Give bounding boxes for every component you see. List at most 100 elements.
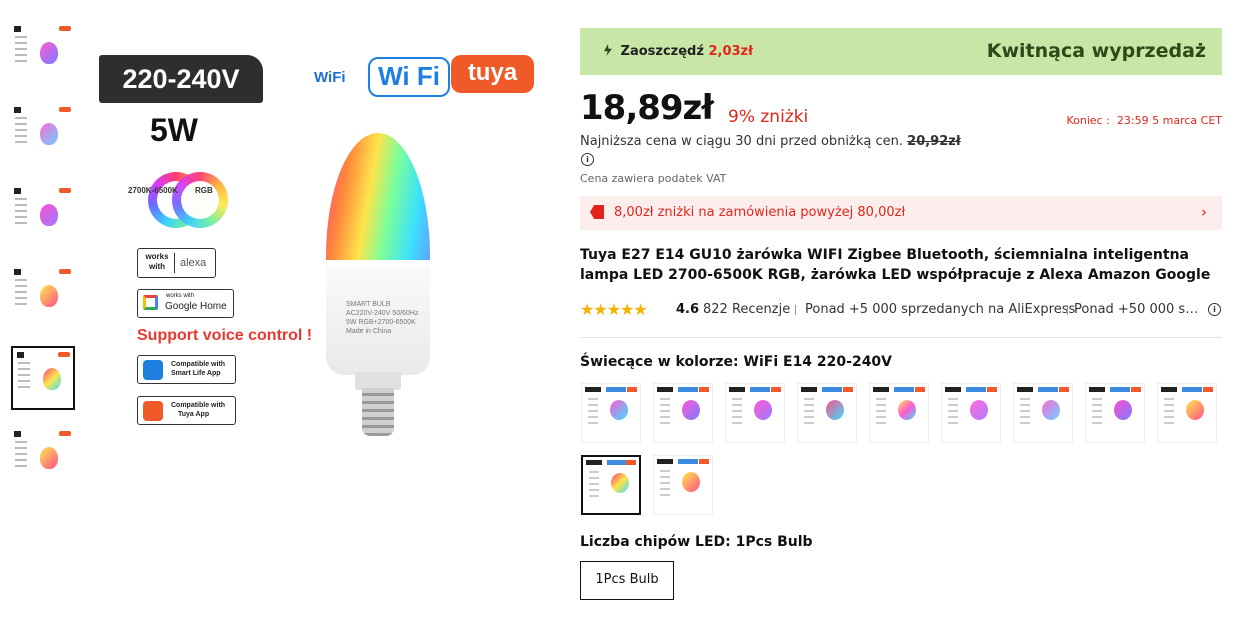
swatch-bulb — [898, 400, 916, 420]
swatch-tuya-logo — [771, 387, 781, 392]
swatch-voltage-tag — [945, 387, 961, 392]
thumb-brand-logo — [59, 188, 71, 193]
swatch-voltage-tag — [801, 387, 817, 392]
divider — [795, 305, 796, 315]
reviews-link[interactable]: 822 Recenzje — [703, 302, 790, 317]
swatch-brand-logo — [822, 387, 842, 392]
color-swatch[interactable] — [1085, 383, 1145, 443]
thumb-voltage-tag — [14, 269, 22, 275]
color-swatch[interactable] — [725, 383, 785, 443]
thumb-feature-lines — [15, 198, 27, 228]
vat-note: Cena zawiera podatek VAT — [580, 172, 727, 185]
divider — [580, 337, 1222, 338]
product-thumbnail[interactable] — [11, 346, 75, 410]
swatch-feature-lines — [1092, 398, 1102, 428]
thumb-brand-logo — [59, 269, 71, 274]
color-swatch[interactable] — [581, 455, 641, 515]
thumb-brand-logo — [58, 352, 70, 357]
rgb-ring — [172, 172, 228, 228]
lowest-price-note: Najniższa cena w ciągu 30 dni przed obni… — [580, 134, 961, 149]
bulb-print: SMART BULB AC220V-240V 50/60Hz 5W RGB+27… — [346, 301, 419, 335]
divider — [1067, 305, 1068, 315]
color-swatch[interactable] — [797, 383, 857, 443]
color-swatch[interactable] — [941, 383, 1001, 443]
color-swatch[interactable] — [1157, 383, 1217, 443]
product-thumbnail[interactable] — [10, 184, 74, 248]
swatch-feature-lines — [876, 398, 886, 428]
swatch-brand-logo — [607, 460, 627, 465]
swatch-feature-lines — [1164, 398, 1174, 428]
swatch-feature-lines — [589, 471, 599, 501]
tag-icon — [590, 205, 604, 219]
savings-text: Zaoszczędź 2,03zł — [604, 44, 753, 59]
thumb-feature-lines — [18, 362, 30, 392]
swatch-voltage-tag — [585, 387, 601, 392]
swatch-bulb — [1114, 400, 1132, 420]
rating-value: 4.6 — [676, 302, 700, 317]
discount-percent: 9% zniżki — [728, 107, 809, 127]
promo-banner: Zaoszczędź 2,03zł Kwitnąca wyprzedaż — [580, 28, 1222, 75]
product-thumbnail[interactable] — [10, 22, 74, 86]
thumb-bulb — [40, 204, 58, 226]
wifi-big-logo: Wi Fi — [368, 57, 450, 97]
swatch-brand-logo — [966, 387, 986, 392]
kelvin-label: 2700K-6500K — [128, 186, 178, 195]
alexa-badge: works with alexa — [137, 248, 216, 278]
info-icon[interactable]: i — [1208, 303, 1221, 316]
swatch-voltage-tag — [1089, 387, 1105, 392]
thumb-voltage-tag — [14, 26, 22, 32]
thumb-feature-lines — [15, 117, 27, 147]
google-home-badge: works with Google Home — [137, 289, 234, 318]
color-swatch[interactable] — [653, 383, 713, 443]
lightning-icon — [604, 44, 612, 56]
thumb-voltage-tag — [17, 352, 25, 358]
swatch-bulb — [754, 400, 772, 420]
thumb-bulb — [40, 42, 58, 64]
smart-life-badge: Compatible with Smart Life App — [137, 355, 236, 384]
google-home-icon — [143, 295, 158, 310]
coupon-banner[interactable]: 8,00zł zniżki na zamówienia powyżej 80,0… — [580, 196, 1222, 230]
swatch-voltage-tag — [1161, 387, 1177, 392]
swatch-bulb — [610, 400, 628, 420]
product-thumbnail[interactable] — [10, 103, 74, 167]
thumb-feature-lines — [15, 441, 27, 471]
thumb-feature-lines — [15, 279, 27, 309]
color-swatch[interactable] — [581, 383, 641, 443]
swatch-tuya-logo — [699, 459, 709, 464]
thumb-brand-logo — [59, 107, 71, 112]
swatch-feature-lines — [660, 470, 670, 500]
swatch-voltage-tag — [873, 387, 889, 392]
rgb-label: RGB — [195, 186, 213, 195]
swatch-brand-logo — [606, 387, 626, 392]
swatch-tuya-logo — [843, 387, 853, 392]
tuya-logo: tuya — [451, 55, 534, 93]
tuya-app-badge: Compatible with Tuya App — [137, 396, 236, 425]
swatch-feature-lines — [660, 398, 670, 428]
swatch-feature-lines — [732, 398, 742, 428]
wattage-label: 5W — [150, 112, 198, 148]
thumb-bulb — [43, 368, 61, 390]
rating-stars: ★★★★★ — [580, 300, 648, 319]
chip-option-button[interactable]: 1Pcs Bulb — [580, 561, 674, 600]
info-icon[interactable]: i — [581, 153, 594, 166]
swatch-tuya-logo — [626, 460, 636, 465]
color-swatch[interactable] — [653, 455, 713, 515]
product-thumbnail[interactable] — [10, 265, 74, 329]
swatch-brand-logo — [894, 387, 914, 392]
color-swatch[interactable] — [869, 383, 929, 443]
thumb-brand-logo — [59, 431, 71, 436]
swatch-bulb — [1186, 400, 1204, 420]
product-thumbnail[interactable] — [10, 427, 74, 491]
thumb-voltage-tag — [14, 431, 22, 437]
coupon-text: 8,00zł zniżki na zamówienia powyżej 80,0… — [614, 205, 906, 220]
thumb-brand-logo — [59, 26, 71, 31]
swatch-tuya-logo — [699, 387, 709, 392]
swatch-bulb — [611, 473, 629, 493]
thumb-voltage-tag — [14, 107, 22, 113]
swatch-bulb — [682, 400, 700, 420]
sale-end-time: Koniec : 23:59 5 marca CET — [1066, 114, 1222, 127]
color-swatch[interactable] — [1013, 383, 1073, 443]
swatch-bulb — [1042, 400, 1060, 420]
voice-control-text: Support voice control ! — [137, 327, 313, 344]
swatch-voltage-tag — [1017, 387, 1033, 392]
